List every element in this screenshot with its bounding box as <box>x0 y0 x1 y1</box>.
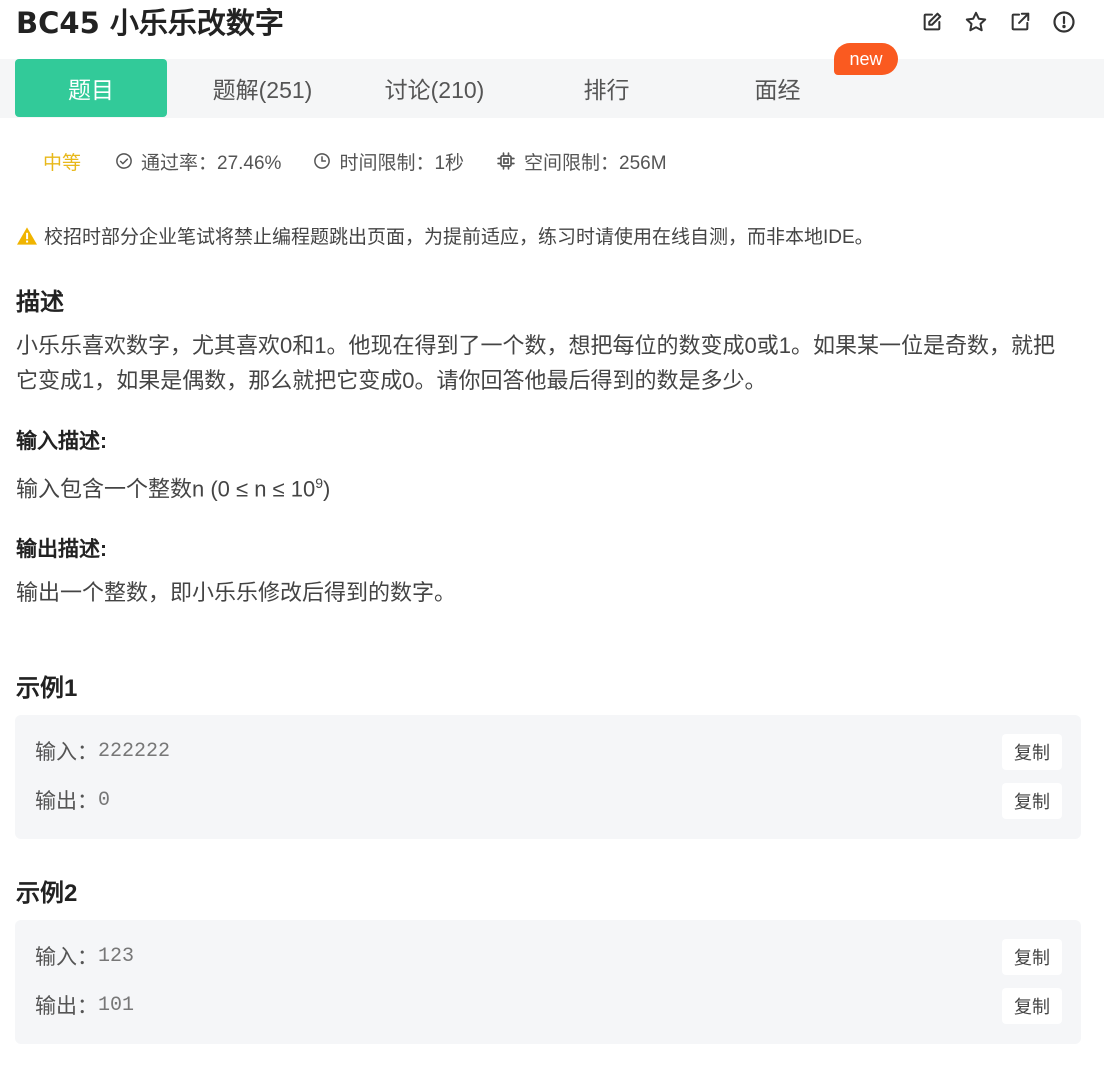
output-desc-text: 输出一个整数，即小乐乐修改后得到的数字。 <box>16 580 457 605</box>
star-icon[interactable] <box>964 10 988 34</box>
output-label: 输出： <box>35 790 98 813</box>
tab-solutions[interactable]: 题解(251) <box>190 59 335 117</box>
check-circle-icon <box>116 153 132 169</box>
output-desc-heading: 输出描述: <box>16 538 107 561</box>
meta-row: 中等 通过率：27.46% 时间限制：1秒 空间限制：256M <box>43 146 699 176</box>
tab-problem[interactable]: 题目 <box>15 59 167 117</box>
page-title: BC45 小乐乐改数字 <box>16 6 284 40</box>
copy-output-button[interactable]: 复制 <box>1002 988 1062 1024</box>
example-1-input: 输入： 222222 <box>35 736 170 766</box>
example-2-box: 输入： 123 复制 输出： 101 复制 <box>15 920 1081 1044</box>
external-link-icon[interactable] <box>1008 10 1032 34</box>
input-desc-text-main: 输入包含一个整数n (0 ≤ n ≤ 10 <box>16 476 316 502</box>
notice-text: 校招时部分企业笔试将禁止编程题跳出页面，为提前适应，练习时请使用在线自测，而非本… <box>44 227 874 248</box>
alert-circle-icon[interactable] <box>1052 10 1076 34</box>
tab-bar: 题目 题解(251) 讨论(210) 排行 面经 <box>0 59 1104 118</box>
description-heading: 描述 <box>16 289 64 316</box>
tab-discussion[interactable]: 讨论(210) <box>362 59 507 117</box>
time-limit-text: 时间限制：1秒 <box>339 152 465 174</box>
input-value[interactable]: 222222 <box>98 740 170 763</box>
new-badge: new <box>834 43 898 75</box>
tab-interview[interactable]: 面经 <box>705 59 850 117</box>
tab-ranking[interactable]: 排行 <box>534 59 679 117</box>
output-value[interactable]: 0 <box>98 789 110 812</box>
input-desc-heading: 输入描述: <box>16 430 107 453</box>
input-label: 输入： <box>35 946 98 969</box>
pass-rate-text: 通过率：27.46% <box>141 152 282 174</box>
copy-output-button[interactable]: 复制 <box>1002 783 1062 819</box>
example-1-box: 输入： 222222 复制 输出： 0 复制 <box>15 715 1081 839</box>
example-1-output: 输出： 0 <box>35 785 110 815</box>
input-desc-exponent: 9 <box>315 475 324 491</box>
notice: 校招时部分企业笔试将禁止编程题跳出页面，为提前适应，练习时请使用在线自测，而非本… <box>16 222 874 249</box>
example-2-output: 输出： 101 <box>35 990 134 1020</box>
example-2-input: 输入： 123 <box>35 941 134 971</box>
warning-icon <box>17 226 37 245</box>
description-text: 小乐乐喜欢数字，尤其喜欢0和1。他现在得到了一个数，想把每位的数变成0或1。如果… <box>16 333 1055 393</box>
input-desc-text: 输入包含一个整数n (0 ≤ n ≤ 109) <box>16 466 1076 506</box>
output-label: 输出： <box>35 995 98 1018</box>
copy-input-button[interactable]: 复制 <box>1002 734 1062 770</box>
example-2-heading: 示例2 <box>16 880 78 907</box>
input-desc-text-end: ) <box>323 476 331 502</box>
pass-rate: 通过率：27.46% <box>115 148 281 175</box>
input-value[interactable]: 123 <box>98 945 134 968</box>
output-value[interactable]: 101 <box>98 994 134 1017</box>
edit-note-icon[interactable] <box>920 10 944 34</box>
copy-input-button[interactable]: 复制 <box>1002 939 1062 975</box>
space-limit: 空间限制：256M <box>496 148 667 175</box>
space-limit-text: 空间限制：256M <box>524 152 667 174</box>
example-1-heading: 示例1 <box>16 675 78 702</box>
clock-icon <box>314 153 331 169</box>
chip-icon <box>497 152 515 170</box>
difficulty-label: 中等 <box>43 152 82 174</box>
title-bar: BC45 小乐乐改数字 <box>0 0 1104 48</box>
input-label: 输入： <box>35 741 98 764</box>
title-actions <box>920 10 1076 34</box>
time-limit: 时间限制：1秒 <box>313 148 464 175</box>
